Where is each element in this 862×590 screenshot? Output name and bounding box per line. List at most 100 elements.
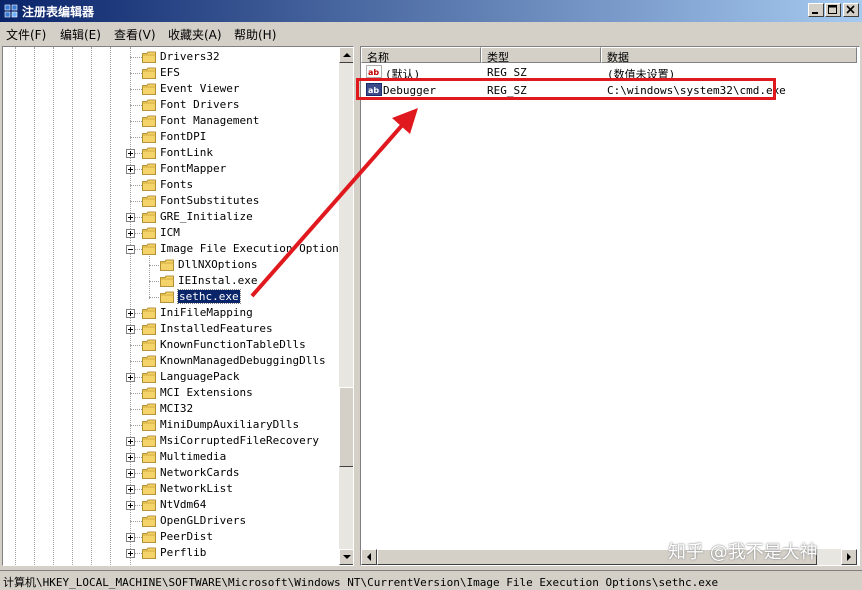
tree-item-label: MiniDumpAuxiliaryDlls xyxy=(160,418,300,431)
tree-item[interactable]: Font Management xyxy=(3,113,339,129)
close-button[interactable] xyxy=(843,3,859,17)
tree-item[interactable]: IniFileMapping xyxy=(3,305,339,321)
column-header-type[interactable]: 类型 xyxy=(481,47,601,64)
scroll-up-button[interactable] xyxy=(339,47,353,63)
tree-item[interactable]: LanguagePack xyxy=(3,369,339,385)
folder-icon xyxy=(142,179,156,191)
column-header-data[interactable]: 数据 xyxy=(601,47,857,64)
registry-tree-pane[interactable]: Drivers32 EFS Event Viewer Font Drivers Font… xyxy=(2,46,354,566)
column-header-name[interactable]: 名称 xyxy=(361,47,481,64)
tree-connector xyxy=(130,121,142,122)
expand-plus-icon[interactable] xyxy=(126,309,135,318)
expand-plus-icon[interactable] xyxy=(126,469,135,478)
tree-item-label: LanguagePack xyxy=(160,370,240,383)
tree-item-label: NetworkList xyxy=(160,482,233,495)
tree-item[interactable]: MCI Extensions xyxy=(3,385,339,401)
tree-item[interactable]: MCI32 xyxy=(3,401,339,417)
tree-item[interactable]: PeerDist xyxy=(3,529,339,545)
tree-item[interactable]: InstalledFeatures xyxy=(3,321,339,337)
expand-plus-icon[interactable] xyxy=(126,229,135,238)
status-path: 计算机\HKEY_LOCAL_MACHINE\SOFTWARE\Microsof… xyxy=(3,576,719,589)
folder-icon xyxy=(142,483,156,495)
tree-item[interactable]: NetworkCards xyxy=(3,465,339,481)
menu-edit[interactable]: 编辑(E) xyxy=(60,26,101,43)
expand-plus-icon[interactable] xyxy=(126,533,135,542)
regedit-app-icon xyxy=(4,4,18,18)
minimize-icon xyxy=(812,12,818,14)
tree-item-label: Perflib xyxy=(160,546,207,559)
svg-text:ab: ab xyxy=(368,68,379,77)
tree-item[interactable]: KnownFunctionTableDlls xyxy=(3,337,339,353)
tree-item[interactable]: Event Viewer xyxy=(3,81,339,97)
window-title: 注册表编辑器 xyxy=(22,5,95,19)
scroll-thumb[interactable] xyxy=(339,387,353,467)
collapse-minus-icon[interactable] xyxy=(126,245,135,254)
scroll-left-button[interactable] xyxy=(361,549,377,565)
tree-item[interactable]: OpenGLDrivers xyxy=(3,513,339,529)
tree-item[interactable]: FontLink xyxy=(3,145,339,161)
expand-plus-icon[interactable] xyxy=(126,149,135,158)
menu-view[interactable]: 查看(V) xyxy=(114,26,156,43)
tree-item[interactable]: sethc.exe xyxy=(3,289,339,305)
maximize-icon xyxy=(828,5,837,14)
tree-item-label: NetworkCards xyxy=(160,466,240,479)
folder-icon xyxy=(142,83,156,95)
tree-item[interactable]: Multimedia xyxy=(3,449,339,465)
tree-connector xyxy=(130,521,142,522)
tree-item[interactable]: Drivers32 xyxy=(3,49,339,65)
tree-item[interactable]: IEInstal.exe xyxy=(3,273,339,289)
tree-item-label: IEInstal.exe xyxy=(178,274,258,287)
tree-item[interactable]: Fonts xyxy=(3,177,339,193)
tree-item[interactable]: NtVdm64 xyxy=(3,497,339,513)
menu-file[interactable]: 文件(F) xyxy=(6,26,46,43)
expand-plus-icon[interactable] xyxy=(126,501,135,510)
tree-vertical-scrollbar[interactable] xyxy=(339,47,353,565)
scroll-down-button[interactable] xyxy=(339,549,353,565)
tree-item-label: sethc.exe xyxy=(177,289,241,304)
folder-icon xyxy=(142,499,156,511)
tree-item[interactable]: MsiCorruptedFileRecovery xyxy=(3,433,339,449)
tree-item[interactable]: EFS xyxy=(3,65,339,81)
tree-item[interactable]: DllNXOptions xyxy=(3,257,339,273)
tree-item[interactable]: FontDPI xyxy=(3,129,339,145)
scroll-right-button[interactable] xyxy=(841,549,857,565)
tree-item-label: MCI Extensions xyxy=(160,386,253,399)
expand-plus-icon[interactable] xyxy=(126,325,135,334)
folder-icon xyxy=(142,131,156,143)
tree-item-label: Event Viewer xyxy=(160,82,240,95)
tree-item[interactable]: MiniDumpAuxiliaryDlls xyxy=(3,417,339,433)
tree-item-label: InstalledFeatures xyxy=(160,322,273,335)
folder-icon xyxy=(142,67,156,79)
folder-icon xyxy=(142,467,156,479)
tree-item[interactable]: FontMapper xyxy=(3,161,339,177)
tree-item[interactable]: Image File Execution Options xyxy=(3,241,345,257)
registry-values-pane[interactable]: 名称 类型 数据 ab (默认) REG_SZ (数值未设置) ab Debug… xyxy=(360,46,860,566)
tree-item[interactable]: GRE_Initialize xyxy=(3,209,339,225)
expand-plus-icon[interactable] xyxy=(126,437,135,446)
arrow-right-icon xyxy=(847,553,851,561)
expand-plus-icon[interactable] xyxy=(126,373,135,382)
tree-item[interactable]: FontSubstitutes xyxy=(3,193,339,209)
title-bar: 注册表编辑器 xyxy=(0,0,862,22)
tree-connector xyxy=(130,425,142,426)
minimize-button[interactable] xyxy=(808,3,824,17)
expand-plus-icon[interactable] xyxy=(126,165,135,174)
maximize-button[interactable] xyxy=(825,3,841,17)
tree-item[interactable]: Perflib xyxy=(3,545,339,561)
arrow-left-icon xyxy=(367,553,371,561)
expand-plus-icon[interactable] xyxy=(126,213,135,222)
folder-icon xyxy=(142,419,156,431)
menu-favorites[interactable]: 收藏夹(A) xyxy=(168,26,222,43)
tree-item[interactable]: ICM xyxy=(3,225,339,241)
expand-plus-icon[interactable] xyxy=(126,549,135,558)
tree-item[interactable]: KnownManagedDebuggingDlls xyxy=(3,353,339,369)
folder-icon xyxy=(142,195,156,207)
tree-connector xyxy=(130,393,142,394)
expand-plus-icon[interactable] xyxy=(126,453,135,462)
tree-connector xyxy=(130,409,142,410)
folder-icon xyxy=(142,355,156,367)
tree-item[interactable]: NetworkList xyxy=(3,481,339,497)
expand-plus-icon[interactable] xyxy=(126,485,135,494)
menu-help[interactable]: 帮助(H) xyxy=(234,26,276,43)
tree-item[interactable]: Font Drivers xyxy=(3,97,339,113)
